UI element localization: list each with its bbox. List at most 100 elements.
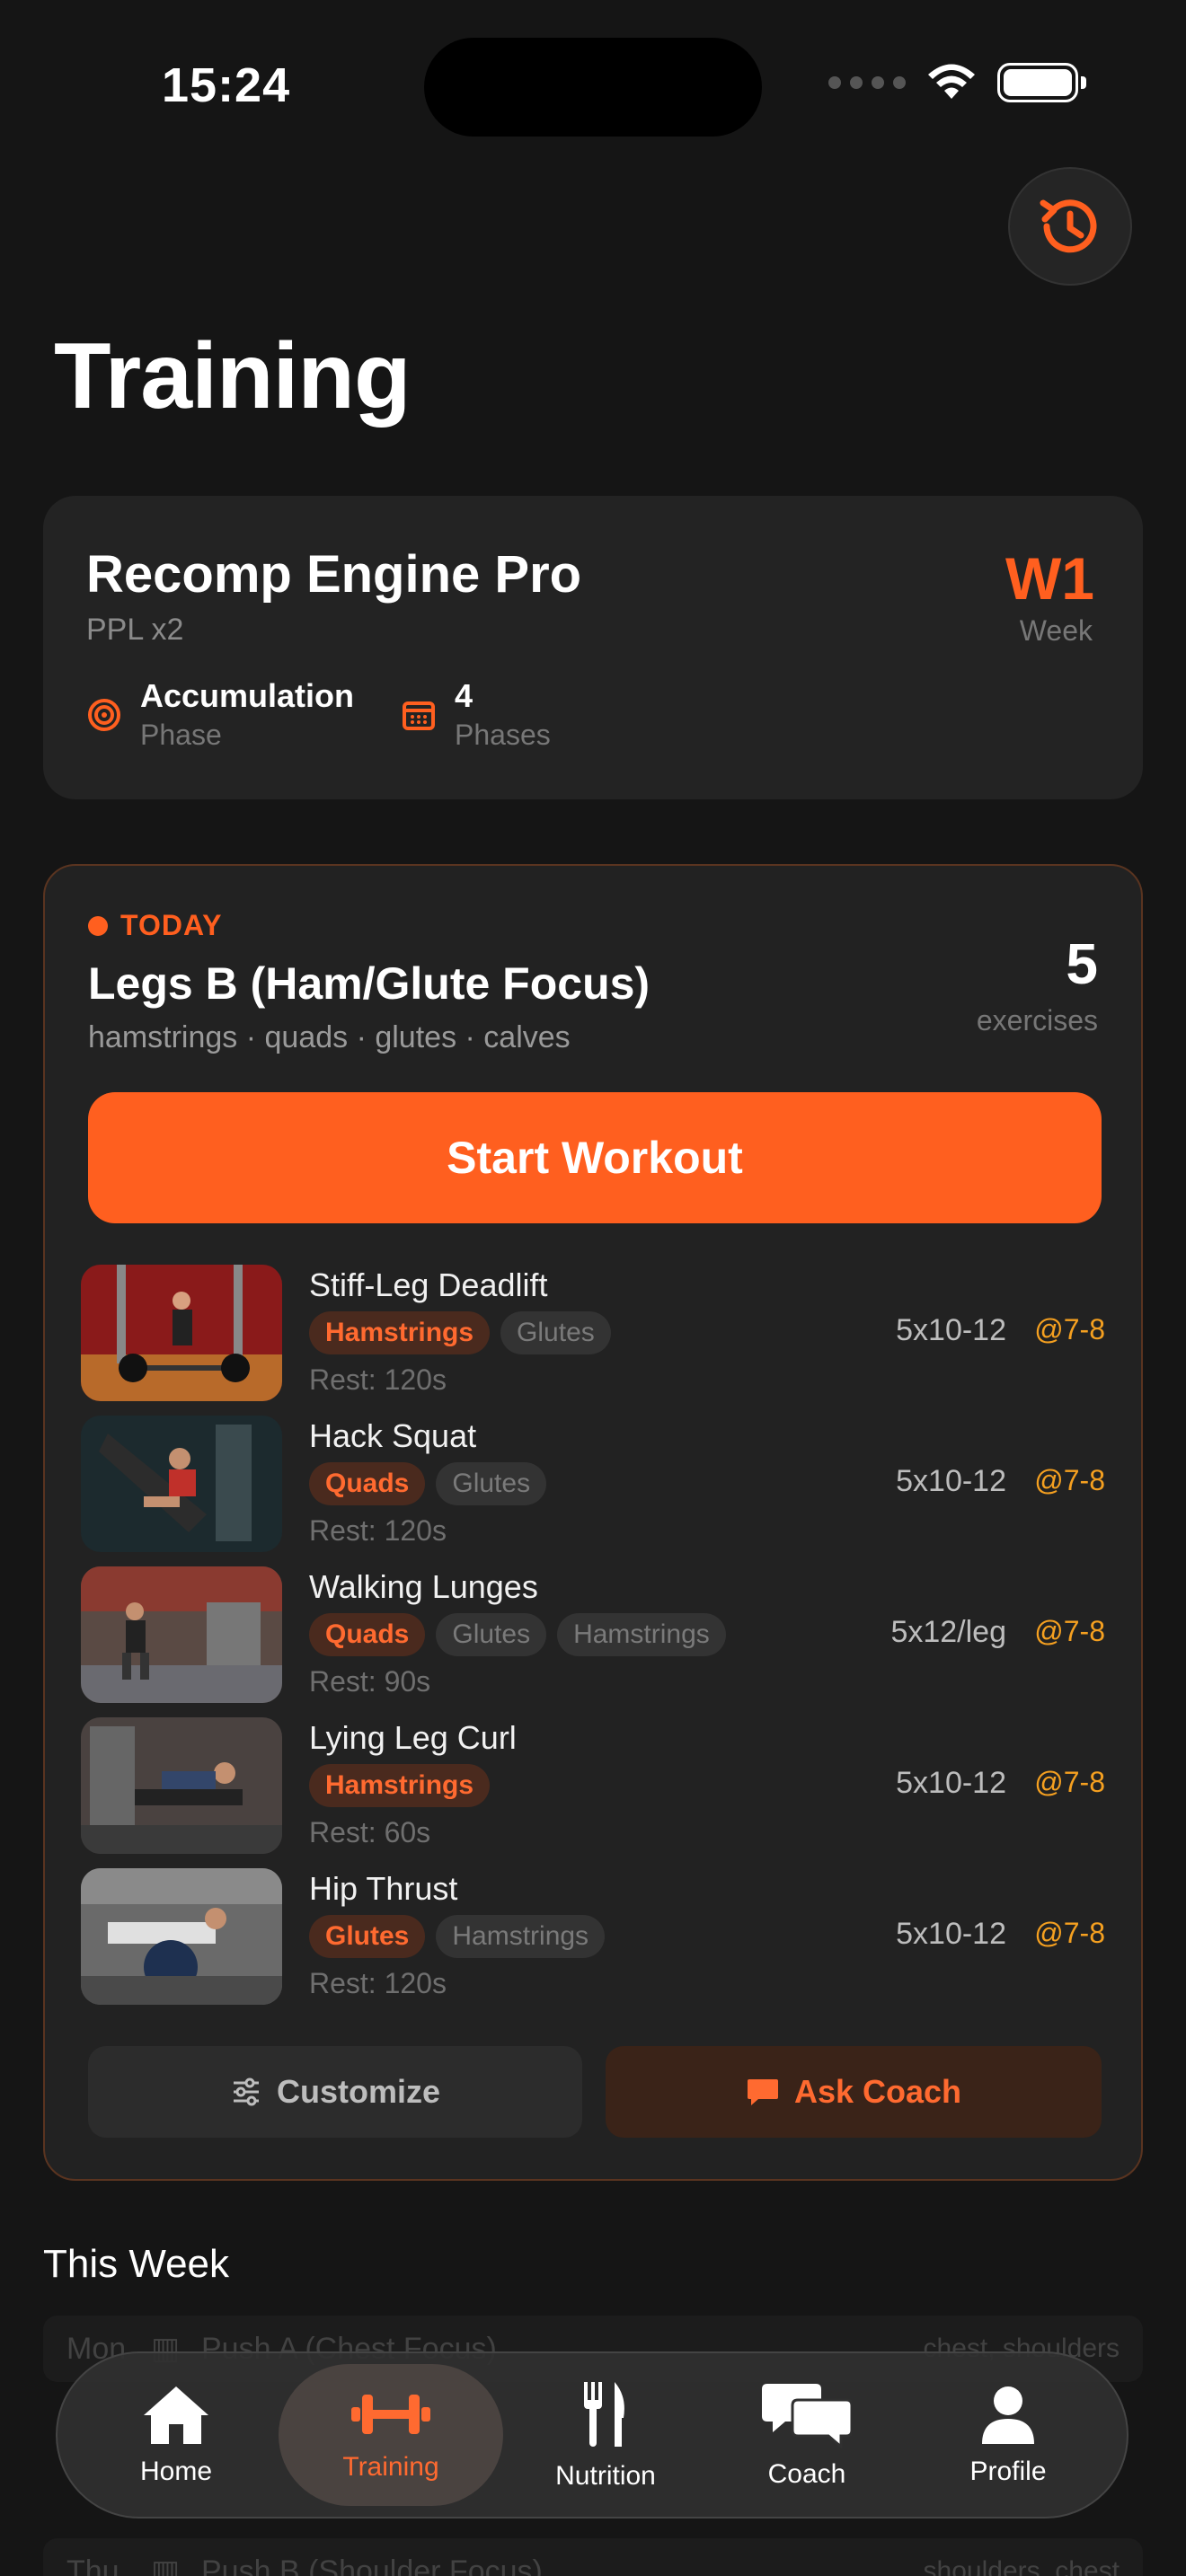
customize-label: Customize [276,2073,441,2110]
week-day: Thu [66,2554,119,2576]
today-dot-icon [88,915,108,936]
exercise-thumbnail [81,1566,282,1703]
muscle-tag: Quads [309,1462,426,1505]
muscle-tag: Glutes [436,1462,547,1505]
exercise-list: Stiff-Leg Deadlift Hamstrings Glutes Res… [81,1265,1105,2019]
exercise-count-label: exercises [976,1004,1098,1037]
start-workout-button[interactable]: Start Workout [88,1092,1102,1223]
tab-training[interactable]: Training [279,2364,503,2506]
muscle-tag: Glutes [309,1915,426,1958]
tab-profile[interactable]: Profile [909,2364,1107,2506]
status-icons [828,63,1086,102]
today-workout-card: TODAY Legs B (Ham/Glute Focus) hamstring… [43,864,1143,2181]
exercise-row[interactable]: Walking Lunges Quads Glutes Hamstrings R… [81,1566,1105,1717]
tab-label: Home [139,2457,213,2486]
tab-label: Training [342,2452,439,2482]
exercise-row[interactable]: Hip Thrust Glutes Hamstrings Rest: 120s … [81,1868,1105,2019]
tab-label: Nutrition [555,2461,656,2491]
status-time: 15:24 [162,58,291,112]
exercise-name: Stiff-Leg Deadlift [309,1266,548,1303]
today-badge-label: TODAY [120,909,223,941]
muscle-tag: Glutes [500,1311,611,1354]
exercise-row[interactable]: Stiff-Leg Deadlift Hamstrings Glutes Res… [81,1265,1105,1416]
week-label: Week [1019,614,1093,647]
battery-icon [997,63,1086,102]
muscle-tag: Hamstrings [309,1764,491,1807]
muscle-tags: Quads Glutes Hamstrings [309,1613,726,1656]
muscle-tag: Quads [309,1613,426,1656]
week-workout-muscles: shoulders, chest [923,2556,1120,2576]
exercise-sets: 5x10-12 [896,1464,1006,1498]
exercise-rpe: @7-8 [1034,1766,1105,1798]
exercise-sets: 5x10-12 [896,1917,1006,1951]
week-day-row[interactable]: Thu ▥ Push B (Shoulder Focus) shoulders,… [43,2538,1143,2576]
exercise-thumbnail [81,1416,282,1552]
muscle-tags: Glutes Hamstrings [309,1915,606,1958]
phases-meta: 4 Phases [401,677,551,752]
week-workout-name: Push B (Shoulder Focus) [201,2554,543,2576]
muscle-tags: Hamstrings Glutes [309,1311,611,1354]
muscle-tag: Hamstrings [436,1915,606,1958]
phase-value: Accumulation [140,677,355,714]
ask-coach-button[interactable]: Ask Coach [606,2046,1102,2138]
exercise-rest: Rest: 120s [309,1363,447,1396]
this-week-title: This Week [43,2242,230,2286]
phases-label: Phases [455,719,551,751]
fork-knife-icon [584,2382,624,2447]
sliders-icon [233,2078,259,2106]
tab-bar: Home Training Nutrition Coach Profile [56,2351,1128,2519]
exercise-name: Walking Lunges [309,1568,538,1605]
exercise-rest: Rest: 120s [309,1967,447,1999]
history-button[interactable] [1008,167,1132,286]
dumbbell-icon [351,2395,430,2434]
exercise-rpe: @7-8 [1034,1917,1105,1949]
exercise-thumbnail [81,1717,282,1854]
history-icon [1040,199,1097,253]
muscle-tag: Hamstrings [557,1613,726,1656]
exercise-rpe: @7-8 [1034,1615,1105,1647]
tab-nutrition[interactable]: Nutrition [507,2364,704,2506]
home-icon [144,2386,208,2444]
exercise-name: Lying Leg Curl [309,1719,517,1756]
exercise-sets: 5x12/leg [890,1615,1006,1649]
program-name: Recomp Engine Pro [86,545,582,604]
muscle-tag: Hamstrings [309,1311,491,1354]
exercise-thumbnail [81,1868,282,2005]
exercise-count: 5 [1066,931,1098,996]
chat-icon [747,2079,778,2105]
workout-muscles: hamstrings · quads · glutes · calves [88,1020,571,1054]
chat-bubbles-icon [762,2384,852,2448]
phase-label: Phase [140,719,222,751]
calendar-icon [403,701,435,730]
exercise-rest: Rest: 60s [309,1816,431,1848]
program-card[interactable]: Recomp Engine Pro PPL x2 W1 Week Accumul… [43,496,1143,799]
exercise-name: Hack Squat [309,1417,477,1454]
phase-meta: Accumulation Phase [86,677,354,752]
tab-home[interactable]: Home [77,2364,275,2506]
muscle-tag: Glutes [436,1613,547,1656]
person-icon [982,2386,1034,2444]
workout-title: Legs B (Ham/Glute Focus) [88,958,651,1009]
exercise-name: Hip Thrust [309,1870,458,1907]
tab-coach[interactable]: Coach [708,2364,906,2506]
exercise-thumbnail [81,1265,282,1401]
wifi-icon [928,64,975,99]
exercise-rest: Rest: 120s [309,1514,447,1547]
exercise-rest: Rest: 90s [309,1665,431,1698]
muscle-tags: Quads Glutes [309,1462,547,1505]
exercise-rpe: @7-8 [1034,1464,1105,1496]
exercise-row[interactable]: Lying Leg Curl Hamstrings Rest: 60s 5x10… [81,1717,1105,1868]
target-icon [88,698,120,731]
page-title: Training [54,324,411,428]
today-badge: TODAY [88,909,222,942]
exercise-sets: 5x10-12 [896,1766,1006,1800]
exercise-row[interactable]: Hack Squat Quads Glutes Rest: 120s 5x10-… [81,1416,1105,1566]
exercise-sets: 5x10-12 [896,1313,1006,1347]
phases-value: 4 [455,677,474,714]
customize-button[interactable]: Customize [88,2046,582,2138]
tab-label: Coach [767,2459,846,2489]
dynamic-island [424,38,762,137]
week-value: W1 [1005,545,1094,612]
muscle-tags: Hamstrings [309,1764,491,1807]
chart-icon: ▥ [151,2554,181,2576]
